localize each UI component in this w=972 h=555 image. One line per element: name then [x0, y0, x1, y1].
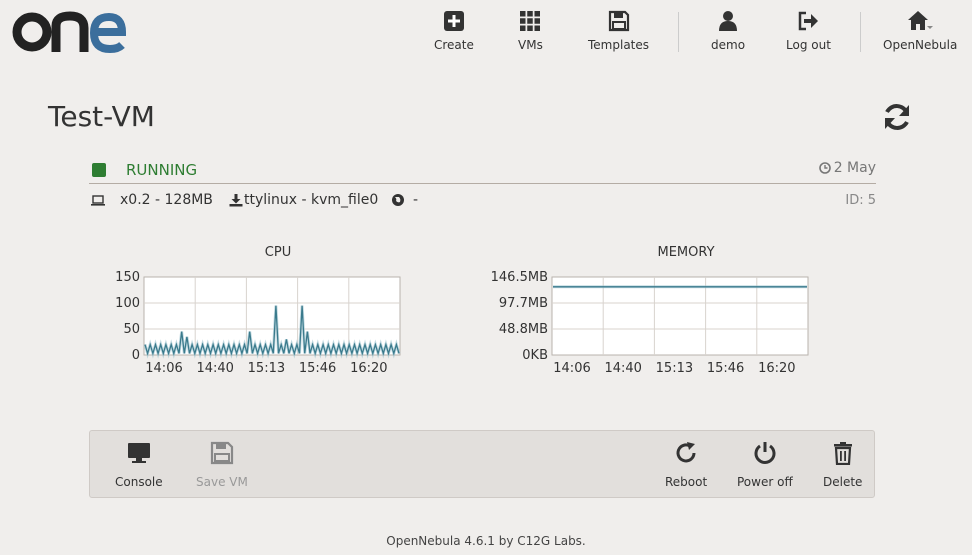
- clock-icon: [818, 162, 831, 174]
- x-tick-label: 15:13: [248, 361, 285, 376]
- vm-disk: ttylinux - kvm_file0: [229, 192, 378, 208]
- y-tick-label: 100: [115, 296, 140, 311]
- power-off-label: Power off: [737, 475, 793, 489]
- vm-capacity: x0.2 - 128MB: [91, 192, 213, 208]
- vm-network-text: -: [413, 192, 419, 208]
- y-tick-label: 48.8MB: [499, 322, 548, 337]
- trash-icon: [833, 442, 852, 465]
- vm-action-bar: Console Save VM Reboot Power off Delete: [89, 430, 875, 498]
- x-tick-label: 14:40: [604, 361, 641, 376]
- page-title: Test-VM: [48, 100, 155, 133]
- y-tick-label: 146.5MB: [491, 270, 548, 285]
- nav-separator: [860, 12, 861, 52]
- delete-label: Delete: [823, 475, 863, 489]
- nav-templates[interactable]: Templates: [588, 10, 649, 52]
- power-icon: [754, 442, 776, 464]
- delete-button[interactable]: Delete: [823, 441, 862, 489]
- x-tick-label: 16:20: [758, 361, 795, 376]
- y-tick-label: 50: [123, 322, 140, 337]
- vm-start-date: 2 May: [818, 160, 876, 176]
- x-tick-label: 14:40: [196, 361, 233, 376]
- vm-network: -: [391, 192, 418, 208]
- opennebula-logo[interactable]: [8, 6, 126, 58]
- x-tick-label: 15:46: [707, 361, 744, 376]
- download-icon: [229, 194, 243, 207]
- reboot-label: Reboot: [665, 475, 708, 489]
- save-icon: [608, 10, 629, 32]
- cpu-chart-title: CPU: [264, 245, 292, 260]
- nav-zone[interactable]: OpenNebula: [883, 10, 957, 52]
- memory-chart: 146.5MB 97.7MB 48.8MB 0KB 14:06 14:40 15:13 15:…: [491, 270, 809, 376]
- console-button[interactable]: Console: [115, 441, 163, 489]
- nav-templates-label: Templates: [588, 38, 650, 52]
- memory-chart-title: MEMORY: [657, 245, 715, 260]
- nav-create[interactable]: Create: [434, 10, 474, 52]
- nav-vms-label: VMs: [518, 38, 543, 52]
- nav-user-label: demo: [711, 38, 746, 52]
- x-tick-label: 14:06: [145, 361, 182, 376]
- plot-area: [551, 276, 809, 356]
- reboot-button[interactable]: Reboot: [665, 441, 707, 489]
- monitor-icon: [127, 443, 150, 463]
- save-icon: [210, 441, 234, 465]
- sign-out-icon: [799, 11, 819, 31]
- state-indicator: [92, 163, 106, 177]
- nav-user[interactable]: demo: [711, 10, 745, 52]
- x-tick-label: 15:46: [299, 361, 336, 376]
- power-off-button[interactable]: Power off: [737, 441, 793, 489]
- plus-square-icon: [443, 11, 464, 31]
- nav-separator: [678, 12, 679, 52]
- laptop-icon: [91, 195, 105, 206]
- vm-status-row: RUNNING 2 May: [89, 158, 876, 184]
- save-vm-label: Save VM: [196, 475, 248, 489]
- save-vm-button[interactable]: Save VM: [196, 441, 248, 489]
- reboot-icon: [676, 442, 696, 463]
- vm-id: ID: 5: [845, 193, 876, 208]
- home-icon: [908, 11, 934, 30]
- nav-zone-label: OpenNebula: [883, 38, 958, 52]
- y-tick-label: 0KB: [522, 348, 548, 363]
- x-tick-label: 14:06: [553, 361, 590, 376]
- nav-create-label: Create: [434, 38, 474, 52]
- vm-info-row: x0.2 - 128MB ttylinux - kvm_file0 - ID: …: [89, 192, 876, 212]
- vm-capacity-text: x0.2 - 128MB: [120, 192, 213, 208]
- nav-vms[interactable]: VMs: [518, 10, 543, 52]
- y-tick-label: 0: [132, 348, 140, 363]
- cpu-chart: 150 100 50 0 14:06 14:40 15:13 15:46 16:20: [115, 270, 401, 376]
- nav-logout[interactable]: Log out: [786, 10, 831, 52]
- vm-disk-text: ttylinux - kvm_file0: [244, 192, 379, 208]
- y-tick-label: 150: [115, 270, 140, 285]
- x-tick-label: 16:20: [350, 361, 387, 376]
- x-tick-label: 15:13: [656, 361, 693, 376]
- console-label: Console: [115, 475, 163, 489]
- grid-icon: [520, 11, 541, 31]
- refresh-icon[interactable]: [881, 101, 913, 133]
- globe-icon: [392, 194, 404, 206]
- nav-logout-label: Log out: [786, 38, 831, 52]
- vm-state: RUNNING: [126, 161, 198, 179]
- vm-date-text: 2 May: [833, 160, 876, 176]
- footer: OpenNebula 4.6.1 by C12G Labs.: [386, 534, 586, 548]
- y-tick-label: 97.7MB: [499, 296, 548, 311]
- user-icon: [719, 11, 738, 31]
